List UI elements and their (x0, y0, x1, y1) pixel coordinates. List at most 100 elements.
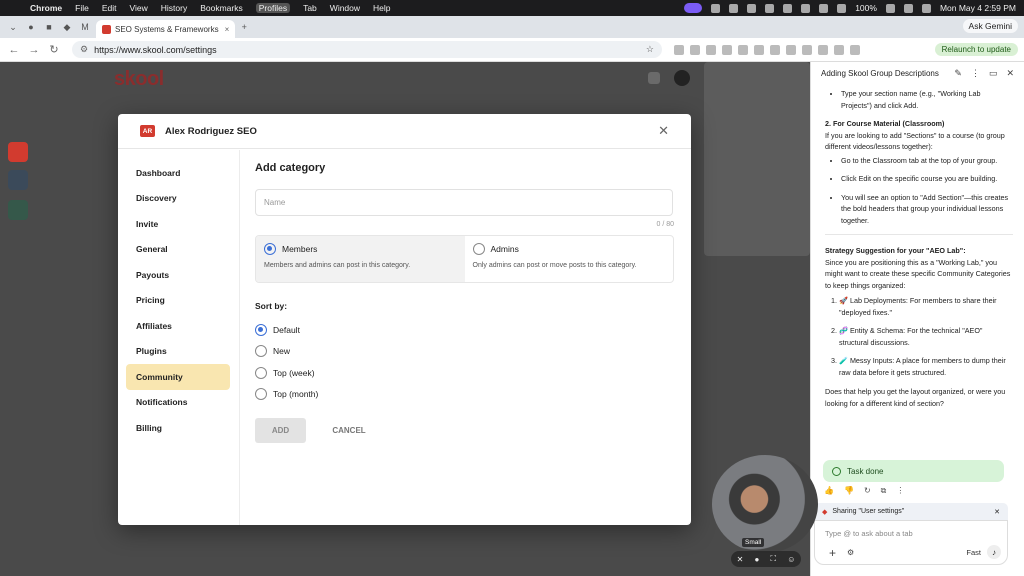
volume-icon[interactable] (837, 3, 847, 13)
thumbs-down-icon[interactable]: 👎 (844, 486, 854, 496)
tab-search-icon[interactable]: ⌄ (6, 20, 20, 34)
extension-icon[interactable] (770, 44, 780, 55)
status-pill-icon[interactable] (684, 3, 703, 13)
menu-bookmarks[interactable]: Bookmarks (200, 3, 243, 13)
apple-icon[interactable] (8, 3, 18, 13)
close-tab-icon[interactable]: × (225, 25, 230, 34)
expand-icon[interactable]: ⛶ (770, 554, 776, 564)
copy-icon[interactable]: ⧉ (881, 486, 887, 496)
pinned-tab-github-icon[interactable]: ● (24, 20, 38, 34)
gemini-input[interactable]: Type @ to ask about a tab + ⚙ Fast ♪ (814, 520, 1008, 565)
regenerate-icon[interactable]: ↻ (864, 486, 871, 496)
bookmark-star-icon[interactable]: ☆ (646, 44, 654, 55)
group-switcher-item[interactable] (8, 142, 28, 162)
site-info-icon[interactable]: ⚙ (80, 44, 88, 55)
perm-admins-option[interactable]: Admins Only admins can post or move post… (465, 236, 674, 282)
category-name-input[interactable]: Name (255, 189, 673, 216)
extension-icon[interactable] (706, 44, 716, 55)
group-switcher-item[interactable] (8, 170, 28, 190)
close-icon[interactable]: ✕ (1006, 68, 1014, 79)
thumbs-up-icon[interactable]: 👍 (824, 486, 834, 496)
relaunch-button[interactable]: Relaunch to update (934, 43, 1018, 56)
menu-profiles[interactable]: Profiles (255, 3, 291, 13)
sort-option-new[interactable]: New (255, 341, 674, 363)
status-icon[interactable] (801, 3, 811, 13)
menu-app-name[interactable]: Chrome (30, 3, 62, 13)
search-icon[interactable] (903, 3, 913, 13)
ask-gemini-button[interactable]: Ask Gemini (962, 19, 1018, 33)
menu-history[interactable]: History (161, 3, 187, 13)
add-button[interactable]: ADD (255, 418, 306, 443)
extension-icon[interactable] (738, 44, 748, 55)
group-switcher-item[interactable] (8, 200, 28, 220)
pause-icon[interactable]: ● (754, 555, 759, 564)
nav-affiliates[interactable]: Affiliates (126, 313, 230, 339)
extension-icon[interactable] (802, 44, 812, 55)
nav-invite[interactable]: Invite (126, 211, 230, 237)
nav-general[interactable]: General (126, 237, 230, 263)
menu-help[interactable]: Help (373, 3, 390, 13)
pinned-tab-gmail-icon[interactable]: M (78, 20, 92, 34)
radio-selected-icon[interactable] (255, 323, 267, 336)
wifi-icon[interactable] (885, 3, 895, 13)
extension-icon[interactable] (786, 44, 796, 55)
pinned-tab-skool-icon[interactable]: ◆ (60, 20, 74, 34)
nav-dashboard[interactable]: Dashboard (126, 160, 230, 186)
radio-icon[interactable] (255, 345, 267, 358)
nav-payouts[interactable]: Payouts (126, 262, 230, 288)
forward-icon[interactable]: → (26, 42, 42, 58)
nav-pricing[interactable]: Pricing (126, 288, 230, 314)
webcam-bubble[interactable] (712, 455, 818, 553)
pinned-tab-icon[interactable]: ■ (42, 20, 56, 34)
radio-icon[interactable] (255, 366, 267, 379)
cancel-button[interactable]: CANCEL (316, 418, 382, 443)
extension-icon[interactable] (818, 44, 828, 55)
person-icon[interactable]: ☺ (787, 555, 795, 564)
nav-discovery[interactable]: Discovery (126, 186, 230, 212)
extension-icon[interactable] (690, 44, 700, 55)
menu-tab[interactable]: Tab (303, 3, 317, 13)
user-avatar[interactable] (674, 70, 690, 86)
more-icon[interactable]: ⋮ (896, 486, 904, 496)
mode-selector[interactable]: Fast (966, 548, 981, 557)
profile-avatar-icon[interactable] (850, 44, 860, 55)
perm-members-option[interactable]: Members Members and admins can post in t… (256, 236, 465, 282)
menu-view[interactable]: View (129, 3, 147, 13)
extension-icon[interactable] (722, 44, 732, 55)
address-bar[interactable]: ⚙ https://www.skool.com/settings ☆ (72, 41, 662, 58)
skool-logo[interactable]: skool (114, 68, 164, 91)
reload-icon[interactable]: ↻ (46, 42, 62, 58)
more-icon[interactable]: ⋮ (971, 68, 980, 79)
status-icon[interactable] (729, 3, 739, 13)
radio-selected-icon[interactable] (264, 243, 276, 255)
tab-active[interactable]: SEO Systems & Frameworks × (96, 20, 236, 38)
side-panel-icon[interactable] (834, 44, 844, 55)
status-icon[interactable] (711, 3, 721, 13)
back-icon[interactable]: ← (6, 42, 22, 58)
status-icon[interactable] (747, 3, 757, 13)
chat-icon[interactable] (648, 72, 660, 84)
control-center-icon[interactable] (921, 3, 931, 13)
nav-billing[interactable]: Billing (126, 415, 230, 441)
add-icon[interactable]: + (829, 546, 836, 560)
prompt-placeholder[interactable]: Type @ to ask about a tab (825, 529, 913, 538)
close-icon[interactable]: ✕ (994, 508, 1000, 516)
close-icon[interactable]: ✕ (658, 123, 669, 139)
close-icon[interactable]: ✕ (737, 555, 744, 564)
menu-file[interactable]: File (75, 3, 89, 13)
nav-plugins[interactable]: Plugins (126, 339, 230, 365)
clock[interactable]: Mon May 4 2:59 PM (940, 3, 1016, 13)
extension-icon[interactable] (674, 44, 684, 55)
menu-edit[interactable]: Edit (102, 3, 117, 13)
sort-option-default[interactable]: Default (255, 319, 674, 341)
open-window-icon[interactable]: ▭ (989, 68, 998, 79)
tools-icon[interactable]: ⚙ (847, 548, 854, 557)
sort-option-top-month[interactable]: Top (month) (255, 384, 674, 406)
task-done-badge[interactable]: Task done (823, 460, 1004, 482)
menu-window[interactable]: Window (330, 3, 360, 13)
nav-community[interactable]: Community (126, 364, 230, 390)
radio-icon[interactable] (255, 388, 267, 401)
radio-icon[interactable] (472, 243, 485, 255)
mic-icon[interactable]: ♪ (987, 545, 1001, 559)
new-tab-icon[interactable]: + (237, 20, 251, 34)
